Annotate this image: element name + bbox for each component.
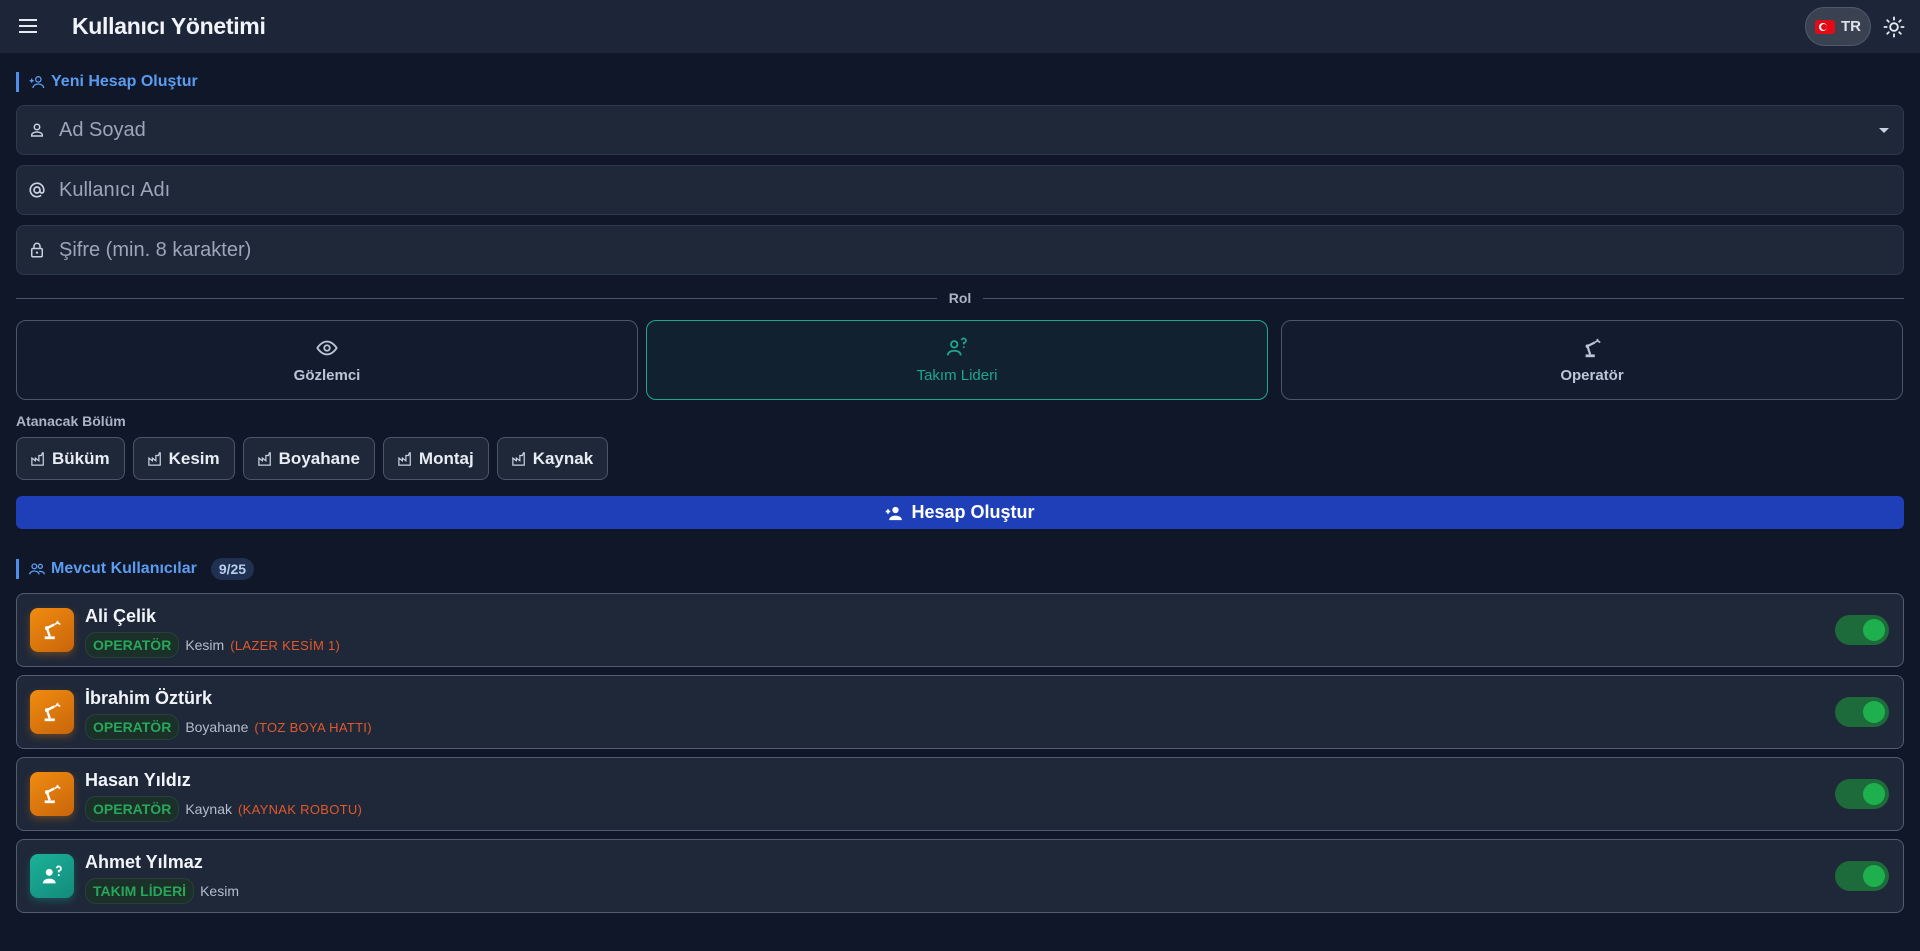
avatar (30, 690, 74, 734)
factory-icon (511, 451, 525, 466)
app-bar: Kullanıcı Yönetimi TR (0, 0, 1920, 53)
department-chip-label: Montaj (418, 448, 474, 468)
password-field[interactable] (16, 225, 1904, 275)
role-option-label: Operatör (1560, 366, 1624, 384)
user-department: Kaynak (185, 801, 233, 817)
department-chip-montaj[interactable]: Montaj (382, 437, 489, 480)
user-name: Ali Çelik (85, 606, 157, 626)
user-active-toggle[interactable] (1835, 615, 1889, 645)
at-sign-icon (29, 182, 45, 198)
user-count-badge: 9/25 (210, 558, 255, 580)
avatar (30, 854, 74, 898)
user-active-toggle[interactable] (1835, 697, 1889, 727)
language-button[interactable]: TR (1805, 7, 1871, 46)
full-name-field[interactable] (16, 105, 1904, 155)
department-label: Atanacak Bölüm (16, 413, 126, 429)
role-option-team-leader[interactable]: Takım Lideri (646, 320, 1268, 400)
add-user-icon (29, 76, 45, 89)
sun-icon[interactable] (1883, 16, 1905, 38)
factory-icon (147, 451, 161, 466)
existing-users-header: Mevcut Kullanıcılar 9/25 (16, 558, 255, 580)
user-station: (LAZER KESİM 1) (230, 637, 341, 653)
full-name-input[interactable] (59, 118, 1839, 142)
user-active-toggle[interactable] (1835, 861, 1889, 891)
user-meta: OPERATÖR Kesim (LAZER KESİM 1) (85, 632, 340, 658)
turkey-flag-icon (1815, 19, 1835, 34)
department-chip-bukum[interactable]: Büküm (16, 437, 125, 480)
role-badge: TAKIM LİDERİ (85, 878, 195, 904)
user-name: Hasan Yıldız (85, 770, 191, 790)
robot-arm-icon (44, 620, 61, 640)
create-account-button-label: Hesap Oluştur (911, 502, 1035, 522)
language-code: TR (1841, 18, 1861, 35)
role-option-label: Gözlemci (293, 366, 361, 384)
team-leader-icon (42, 865, 62, 884)
role-divider-left (16, 298, 937, 299)
avatar (30, 608, 74, 652)
user-card[interactable]: Ali Çelik OPERATÖR Kesim (LAZER KESİM 1) (16, 593, 1904, 667)
department-chip-label: Büküm (52, 448, 110, 468)
user-card[interactable]: İbrahim Öztürk OPERATÖR Boyahane (TOZ BO… (16, 675, 1904, 749)
user-department: Boyahane (185, 719, 249, 735)
users-icon (29, 563, 45, 575)
lock-icon (31, 242, 43, 258)
user-meta: OPERATÖR Kaynak (KAYNAK ROBOTU) (85, 796, 362, 822)
department-chip-kaynak[interactable]: Kaynak (496, 437, 609, 480)
eye-icon (316, 340, 338, 355)
page-title: Kullanıcı Yönetimi (72, 13, 266, 39)
user-station: (TOZ BOYA HATTI) (254, 719, 372, 735)
user-card[interactable]: Ahmet Yılmaz TAKIM LİDERİ Kesim (16, 839, 1904, 913)
user-meta: OPERATÖR Boyahane (TOZ BOYA HATTI) (85, 714, 372, 740)
department-chip-group: Büküm Kesim Boyahane Montaj Kaynak (16, 437, 609, 480)
user-department: Kesim (185, 637, 225, 653)
team-leader-icon (946, 337, 967, 355)
username-input[interactable] (59, 178, 1839, 202)
department-chip-boyahane[interactable]: Boyahane (242, 437, 375, 480)
department-chip-label: Kaynak (532, 448, 594, 468)
robot-arm-icon (44, 784, 61, 804)
person-icon (31, 123, 43, 137)
user-meta: TAKIM LİDERİ Kesim (85, 878, 239, 904)
chevron-down-icon[interactable] (1879, 128, 1889, 133)
role-option-observer[interactable]: Gözlemci (16, 320, 638, 400)
role-divider-label: Rol (948, 290, 972, 306)
user-active-toggle[interactable] (1835, 779, 1889, 809)
create-account-button[interactable]: Hesap Oluştur (16, 496, 1904, 529)
robot-arm-icon (1585, 338, 1601, 357)
user-name: Ahmet Yılmaz (85, 852, 203, 872)
department-chip-label: Kesim (168, 448, 220, 468)
role-option-label: Takım Lideri (916, 366, 998, 384)
role-option-operator[interactable]: Operatör (1281, 320, 1903, 400)
menu-icon[interactable] (16, 13, 40, 39)
role-divider-right (983, 298, 1904, 299)
avatar (30, 772, 74, 816)
add-user-icon (886, 506, 903, 520)
factory-icon (31, 451, 44, 466)
department-chip-label: Boyahane (278, 448, 360, 468)
robot-arm-icon (44, 702, 61, 722)
role-badge: OPERATÖR (85, 714, 180, 740)
factory-icon (257, 451, 271, 466)
password-input[interactable] (59, 238, 1839, 262)
existing-users-title: Mevcut Kullanıcılar (51, 560, 197, 577)
department-chip-kesim[interactable]: Kesim (132, 437, 235, 480)
create-account-title: Yeni Hesap Oluştur (51, 73, 198, 90)
user-card[interactable]: Hasan Yıldız OPERATÖR Kaynak (KAYNAK ROB… (16, 757, 1904, 831)
user-station: (KAYNAK ROBOTU) (238, 801, 363, 817)
user-department: Kesim (200, 883, 239, 899)
username-field[interactable] (16, 165, 1904, 215)
factory-icon (398, 451, 411, 466)
role-badge: OPERATÖR (85, 796, 180, 822)
user-name: İbrahim Öztürk (85, 688, 213, 708)
role-badge: OPERATÖR (85, 632, 180, 658)
create-account-header: Yeni Hesap Oluştur (16, 72, 198, 92)
